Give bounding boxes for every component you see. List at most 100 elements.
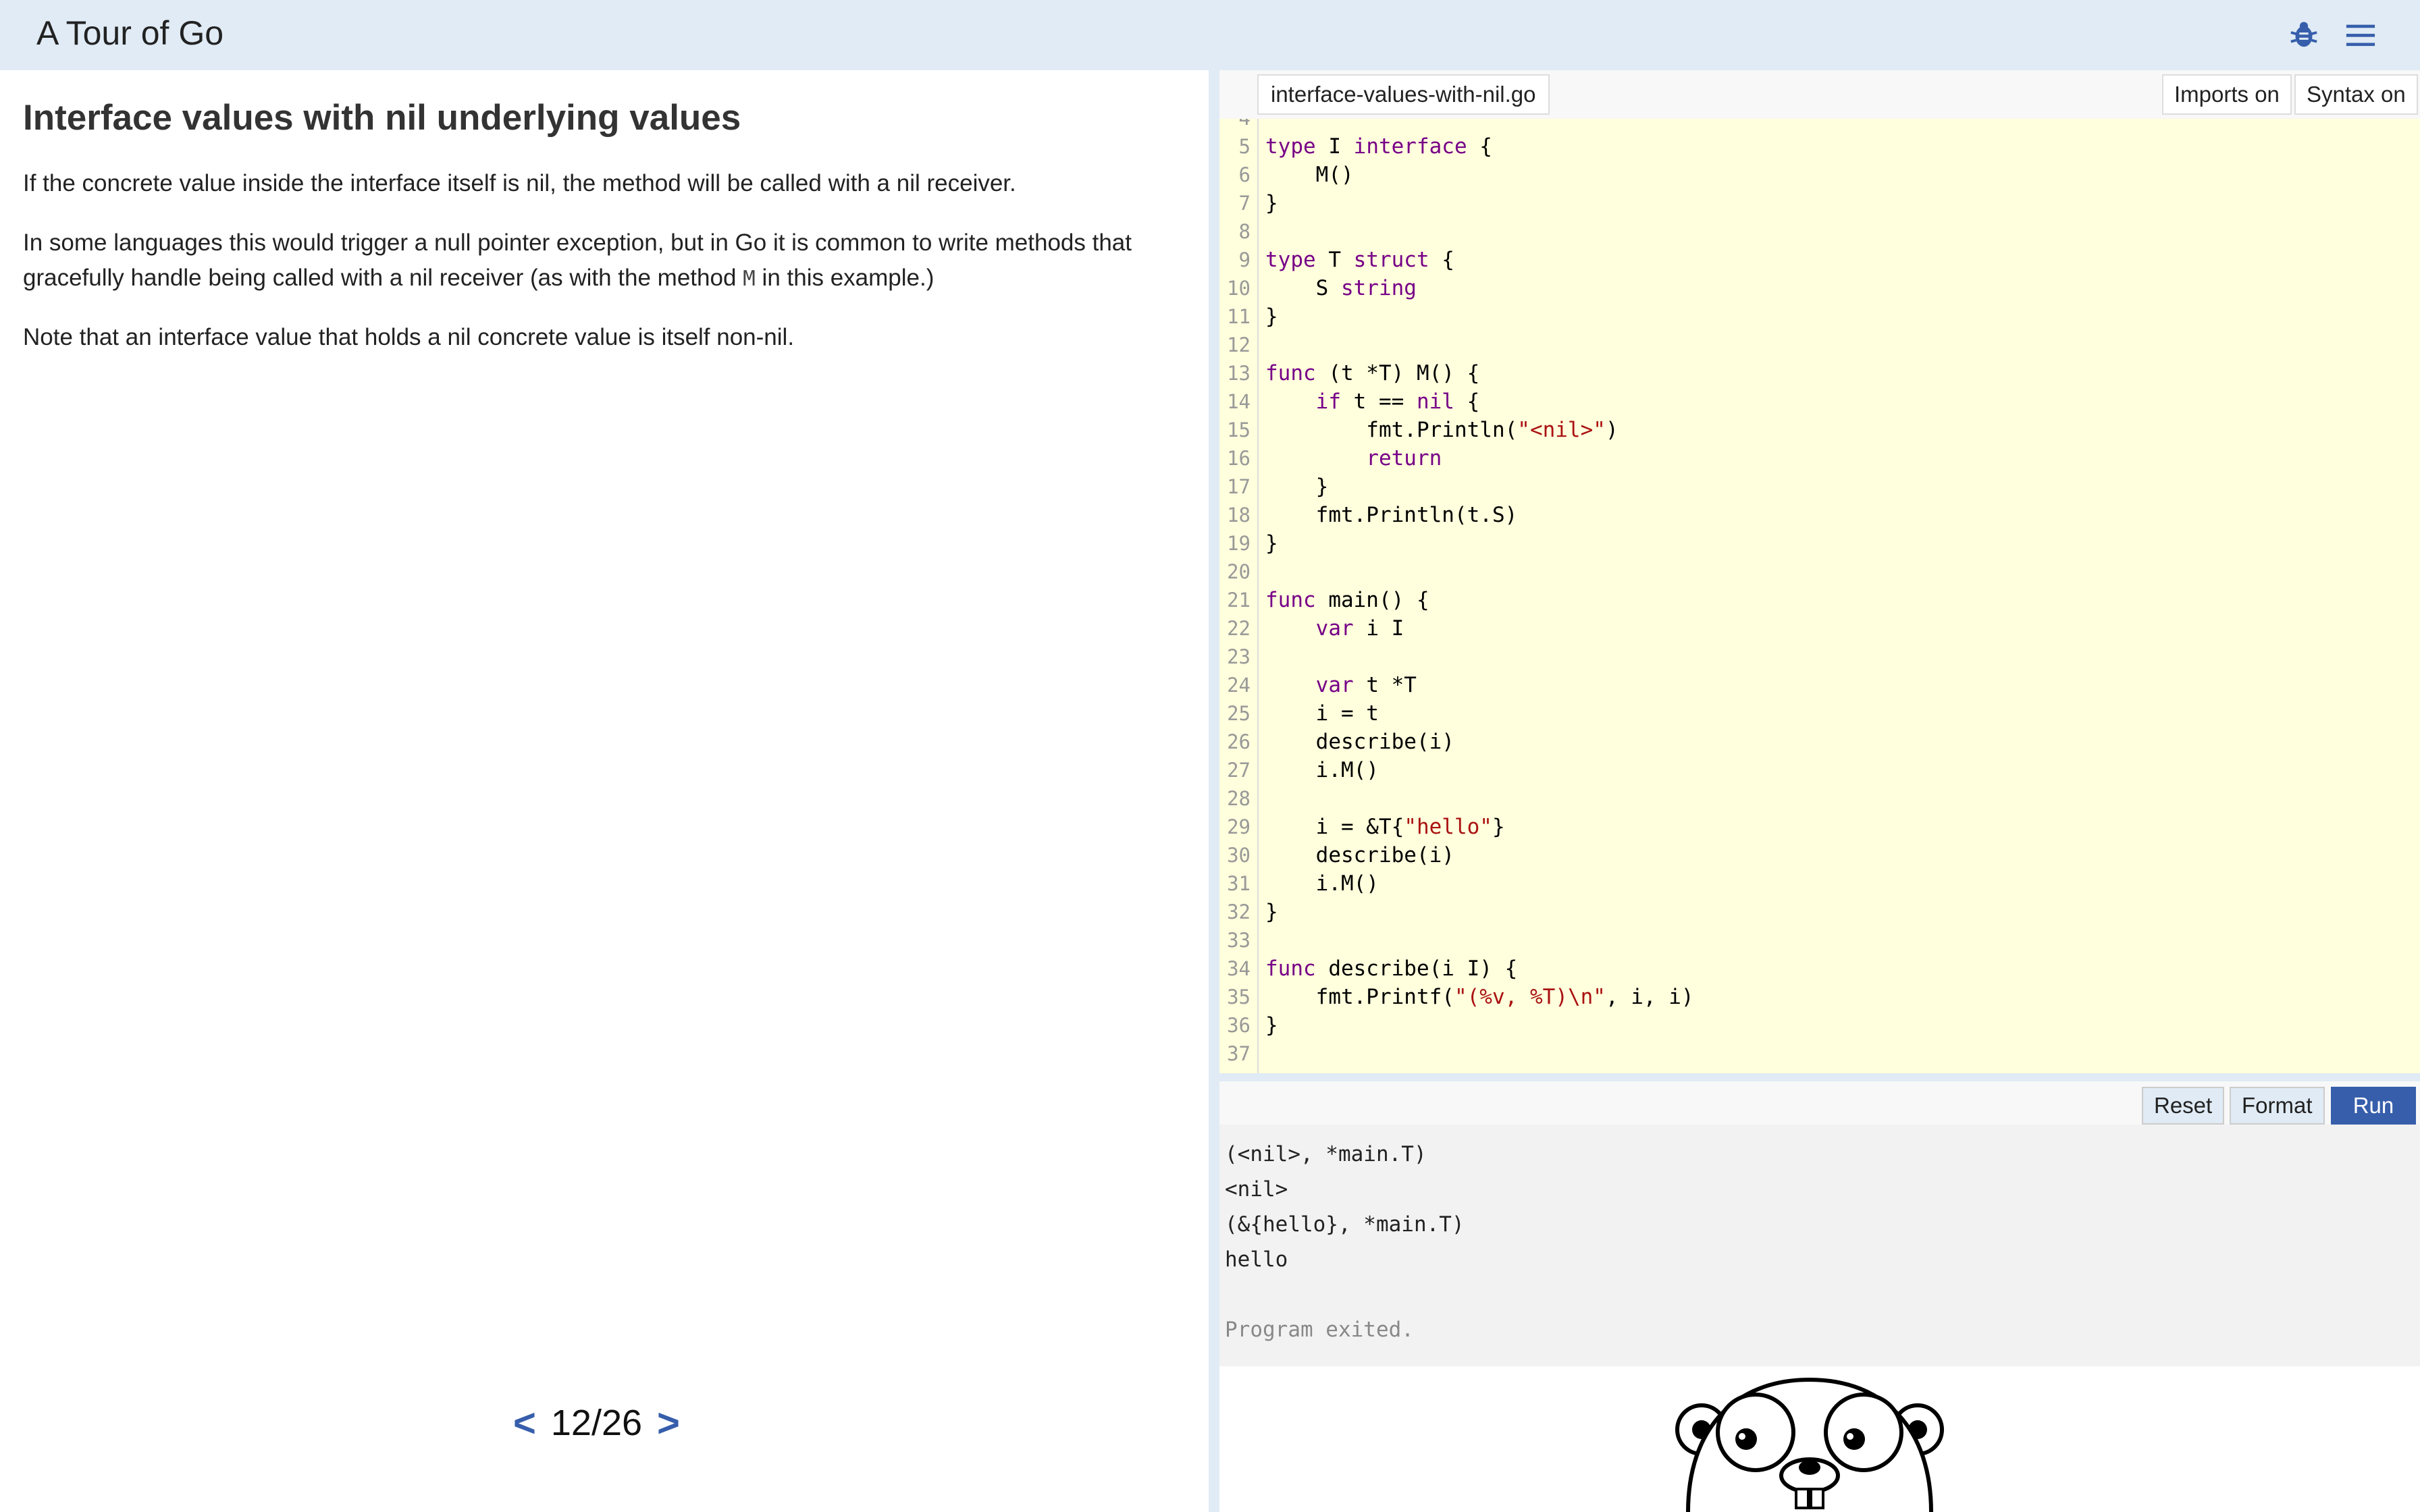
code-token: } <box>1492 815 1505 839</box>
line-number: 24 <box>1227 674 1251 697</box>
code-line[interactable]: 31 i.M() <box>1219 869 2420 898</box>
lesson-paragraph-3: Note that an interface value that holds … <box>23 324 795 350</box>
code-text[interactable]: fmt.Printf("(%v, %T)\n", i, i) <box>1265 983 1694 1011</box>
code-text[interactable]: func main() { <box>1265 586 1429 614</box>
code-text[interactable]: func describe(i I) { <box>1265 954 1517 983</box>
code-text[interactable]: } <box>1265 189 1278 217</box>
code-line[interactable]: 11} <box>1219 302 2420 331</box>
code-line[interactable]: 33 <box>1219 926 2420 954</box>
code-line[interactable]: 8 <box>1219 217 2420 246</box>
imports-toggle-button[interactable]: Imports on <box>2162 74 2292 115</box>
code-line[interactable]: 7} <box>1219 189 2420 217</box>
line-number: 12 <box>1227 333 1251 356</box>
app-title[interactable]: A Tour of Go <box>36 14 223 53</box>
code-text[interactable]: type I interface { <box>1265 132 1492 161</box>
code-line[interactable]: 12 <box>1219 331 2420 359</box>
code-text[interactable]: var i I <box>1265 614 1404 643</box>
code-line[interactable]: 25 i = t <box>1219 699 2420 728</box>
keyword-token: interface <box>1353 134 1467 159</box>
output-line: <nil> <box>1225 1177 1288 1202</box>
code-text[interactable]: i.M() <box>1265 756 1379 784</box>
code-text[interactable]: fmt.Println(t.S) <box>1265 501 1518 529</box>
code-text[interactable]: i = &T{"hello"} <box>1265 813 1505 841</box>
code-text[interactable]: } <box>1265 529 1278 558</box>
code-text[interactable]: } <box>1265 302 1278 331</box>
code-line[interactable]: 9 type T struct { <box>1219 246 2420 274</box>
code-line[interactable]: 21 func main() { <box>1219 586 2420 614</box>
code-text[interactable]: func (t *T) M() { <box>1265 359 1479 387</box>
line-number: 18 <box>1227 504 1251 526</box>
code-line[interactable]: 13 func (t *T) M() { <box>1219 359 2420 387</box>
code-text[interactable]: M() <box>1265 161 1354 189</box>
line-number: 28 <box>1227 787 1251 810</box>
code-line[interactable]: 34 func describe(i I) { <box>1219 954 2420 983</box>
code-line[interactable]: 17 } <box>1219 473 2420 501</box>
string-token: "<nil>" <box>1517 418 1606 442</box>
keyword-token: nil <box>1416 389 1454 414</box>
code-line[interactable]: 20 <box>1219 558 2420 586</box>
code-text[interactable]: fmt.Println("<nil>") <box>1265 416 1618 444</box>
line-number: 17 <box>1227 475 1251 498</box>
next-page-button[interactable]: > <box>657 1401 680 1446</box>
code-text[interactable]: } <box>1265 473 1329 501</box>
code-text[interactable]: if t == nil { <box>1265 387 1480 416</box>
reset-button[interactable]: Reset <box>2142 1087 2225 1125</box>
syntax-toggle-button[interactable]: Syntax on <box>2294 74 2418 115</box>
code-line[interactable]: 6 M() <box>1219 161 2420 189</box>
line-number: 36 <box>1227 1014 1251 1037</box>
bug-icon[interactable] <box>2285 16 2323 54</box>
code-line[interactable]: 10 S string <box>1219 274 2420 302</box>
code-line[interactable]: 15 fmt.Println("<nil>") <box>1219 416 2420 444</box>
code-text[interactable]: var t *T <box>1265 671 1417 699</box>
code-line[interactable]: 5 type I interface { <box>1219 132 2420 161</box>
code-line[interactable]: 29 i = &T{"hello"} <box>1219 813 2420 841</box>
code-token: describe(i I) { <box>1315 956 1518 981</box>
pane-splitter[interactable] <box>1209 70 1219 1512</box>
code-line[interactable]: 37 <box>1219 1040 2420 1068</box>
line-number: 13 <box>1227 362 1251 385</box>
line-number: 21 <box>1227 589 1251 612</box>
code-text[interactable]: } <box>1265 898 1278 926</box>
code-line[interactable]: 4 <box>1219 119 2420 132</box>
code-line[interactable]: 14 if t == nil { <box>1219 387 2420 416</box>
format-button[interactable]: Format <box>2230 1087 2325 1125</box>
code-text[interactable]: describe(i) <box>1265 728 1454 756</box>
line-number: 22 <box>1227 617 1251 640</box>
code-token: i = &T{ <box>1265 815 1404 839</box>
code-line[interactable]: 18 fmt.Println(t.S) <box>1219 501 2420 529</box>
line-number: 25 <box>1227 702 1251 725</box>
code-text[interactable]: type T struct { <box>1265 246 1454 274</box>
code-line[interactable]: 27 i.M() <box>1219 756 2420 784</box>
code-line[interactable]: 36} <box>1219 1011 2420 1040</box>
code-token: } <box>1265 900 1278 924</box>
code-token: i I <box>1353 616 1404 641</box>
code-line[interactable]: 35 fmt.Printf("(%v, %T)\n", i, i) <box>1219 983 2420 1011</box>
hamburger-menu-icon[interactable] <box>2342 16 2379 54</box>
code-editor[interactable]: 45type I interface {6 M()7}89type T stru… <box>1219 119 2420 1073</box>
code-text[interactable]: S string <box>1265 274 1417 302</box>
code-line[interactable]: 32} <box>1219 898 2420 926</box>
code-line[interactable]: 24 var t *T <box>1219 671 2420 699</box>
code-line[interactable]: 22 var i I <box>1219 614 2420 643</box>
code-line[interactable]: 23 <box>1219 643 2420 671</box>
run-button[interactable]: Run <box>2331 1087 2416 1125</box>
code-text[interactable]: i.M() <box>1265 869 1379 898</box>
code-text[interactable]: } <box>1265 1011 1278 1040</box>
code-text[interactable]: describe(i) <box>1265 841 1454 869</box>
prev-page-button[interactable]: < <box>513 1401 536 1446</box>
code-line[interactable]: 26 describe(i) <box>1219 728 2420 756</box>
code-token: S <box>1265 276 1341 300</box>
code-text[interactable]: i = t <box>1265 699 1379 728</box>
code-text[interactable]: return <box>1265 444 1442 473</box>
code-line[interactable]: 19} <box>1219 529 2420 558</box>
page-counter[interactable]: 12/26 <box>551 1402 642 1444</box>
code-line[interactable]: 16 return <box>1219 444 2420 473</box>
code-line[interactable]: 30 describe(i) <box>1219 841 2420 869</box>
file-tab[interactable]: interface-values-with-nil.go <box>1257 74 1550 115</box>
code-line[interactable]: 28 <box>1219 784 2420 813</box>
code-token: describe(i) <box>1265 730 1454 754</box>
line-number: 31 <box>1227 872 1251 895</box>
